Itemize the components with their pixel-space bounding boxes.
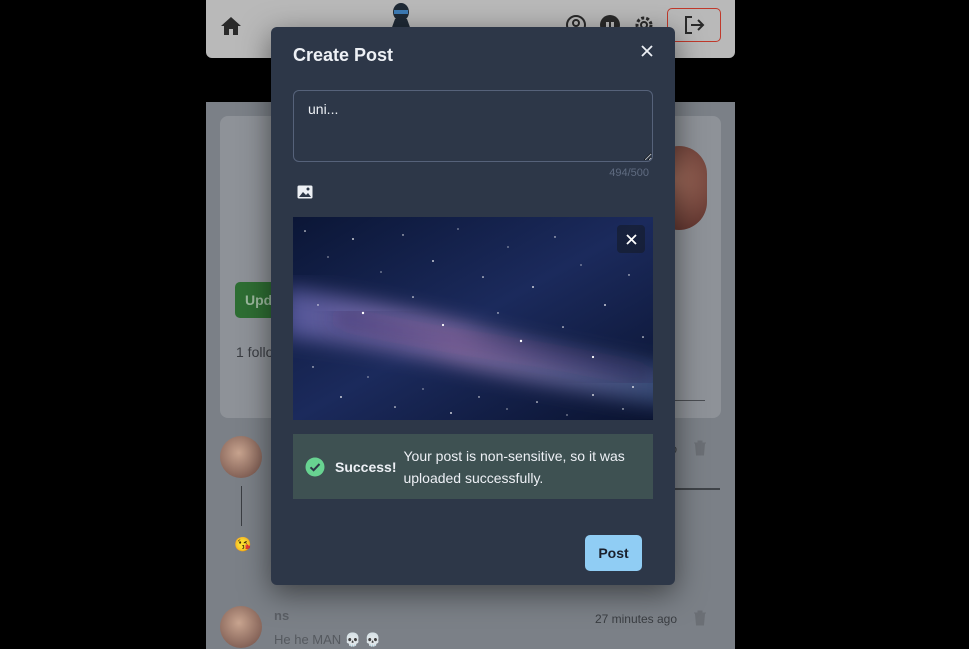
- remove-image-button[interactable]: [617, 225, 645, 253]
- alert-title: Success!: [335, 458, 397, 475]
- alert-description: Your post is non-sensitive, so it was up…: [403, 447, 625, 486]
- create-post-modal: Create Post uni... 494/500 Success! Your…: [271, 27, 675, 585]
- trash-icon[interactable]: [693, 610, 707, 626]
- success-alert: Success! Your post is non-sensitive, so …: [293, 434, 653, 499]
- close-icon: [625, 233, 637, 245]
- image-preview: [293, 217, 653, 420]
- post-time: 27 minutes ago: [594, 612, 677, 626]
- close-button[interactable]: [635, 39, 659, 63]
- trash-icon[interactable]: [693, 440, 707, 456]
- post-text: He he MAN 💀 💀: [274, 632, 381, 647]
- reply-avatar: 😘: [234, 536, 252, 552]
- post-author[interactable]: ns: [274, 608, 289, 623]
- logout-icon: [685, 16, 705, 34]
- check-circle-icon: [305, 457, 325, 476]
- avatar[interactable]: [220, 606, 262, 648]
- list-item[interactable]: ns 27 minutes ago He he MAN 💀 💀: [220, 606, 721, 649]
- logout-button[interactable]: [667, 8, 721, 42]
- followers-count[interactable]: 1 follo: [236, 344, 273, 360]
- close-icon: [641, 45, 653, 57]
- logo-icon[interactable]: [388, 2, 414, 30]
- home-icon[interactable]: [220, 16, 242, 36]
- char-counter: 494/500: [609, 167, 649, 179]
- post-text-input[interactable]: uni...: [293, 90, 653, 162]
- image-icon[interactable]: [297, 185, 313, 199]
- avatar[interactable]: [220, 436, 262, 478]
- modal-title: Create Post: [293, 45, 394, 65]
- milky-way-image: [293, 217, 653, 420]
- thread-line: [241, 486, 242, 526]
- post-button[interactable]: Post: [585, 535, 642, 571]
